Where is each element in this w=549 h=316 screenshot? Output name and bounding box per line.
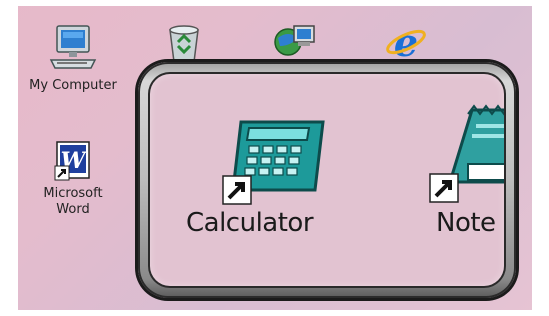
notepad-icon	[429, 104, 504, 203]
desktop-icon-network-places[interactable]	[272, 20, 318, 68]
screen-border-right	[532, 0, 549, 316]
internet-explorer-icon: e	[386, 20, 426, 65]
desktop-icon-internet-explorer[interactable]: e	[384, 20, 428, 68]
network-places-icon	[274, 25, 315, 56]
desktop-icon-label: My Computer	[29, 78, 117, 93]
word-shortcut-icon: W	[54, 141, 90, 181]
task-switcher-panel: Calculator Note	[150, 74, 504, 286]
switcher-item-calculator[interactable]: Calculator	[186, 114, 354, 238]
task-switcher: Calculator Note	[138, 62, 516, 298]
recycle-bin-icon	[169, 25, 199, 63]
my-computer-icon	[49, 25, 97, 69]
desktop: My Computer W Microsoft Word e Calculato…	[0, 0, 549, 316]
desktop-icon-recycle-bin[interactable]	[162, 20, 206, 68]
screen-border-top	[0, 0, 549, 6]
screen-border-bottom	[0, 310, 549, 316]
switcher-item-label: Note	[436, 208, 496, 238]
calculator-icon	[222, 120, 325, 205]
switcher-item-label: Calculator	[186, 208, 314, 238]
switcher-item-notepad[interactable]: Note	[422, 104, 504, 238]
screen-border-left	[0, 0, 18, 316]
desktop-icon-label: Microsoft Word	[43, 186, 103, 217]
desktop-icon-microsoft-word[interactable]: W Microsoft Word	[28, 140, 118, 218]
svg-text:e: e	[394, 20, 418, 64]
desktop-icon-my-computer[interactable]: My Computer	[18, 22, 128, 94]
